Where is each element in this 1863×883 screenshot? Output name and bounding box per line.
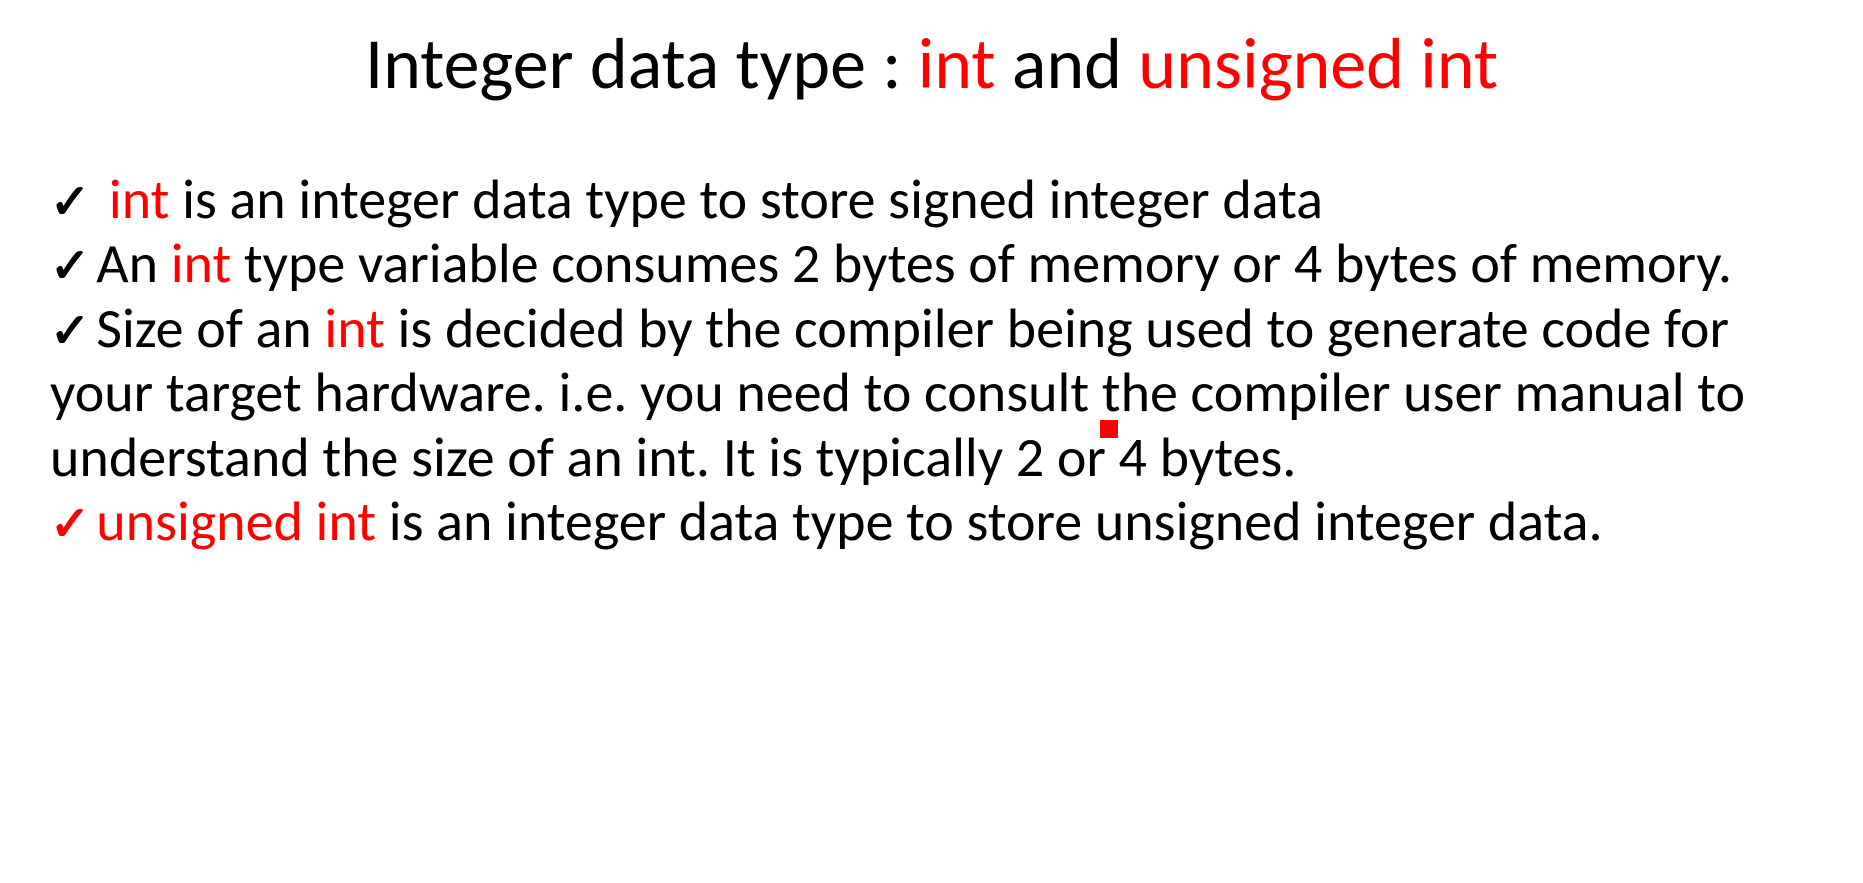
- checkmark-icon: ✓: [50, 497, 90, 552]
- bullet-3-pre: Size of an: [96, 295, 324, 363]
- checkmark-icon: ✓: [50, 239, 90, 294]
- bullet-4-keyword: unsigned int: [96, 488, 376, 556]
- bullet-4-text: is an integer data type to store unsigne…: [376, 488, 1603, 556]
- bullet-2-keyword: int: [171, 230, 232, 298]
- bullet-1-keyword: int: [109, 166, 170, 234]
- bullet-1-text: is an integer data type to store signed …: [169, 166, 1323, 234]
- slide-body: ✓ int is an integer data type to store s…: [0, 108, 1863, 554]
- checkmark-icon: ✓: [50, 175, 90, 230]
- bullet-4: ✓unsigned int is an integer data type to…: [50, 490, 1813, 554]
- title-keyword-unsigned-int: unsigned int: [1138, 20, 1498, 108]
- laser-pointer-icon: [1100, 420, 1118, 438]
- bullet-2: ✓An int type variable consumes 2 bytes o…: [50, 232, 1813, 296]
- bullet-2-pre: An: [96, 230, 170, 298]
- title-text-mid: and: [996, 20, 1139, 108]
- checkmark-icon: ✓: [50, 304, 90, 359]
- bullet-2-text: type variable consumes 2 bytes of memory…: [231, 230, 1732, 298]
- bullet-3-keyword: int: [324, 295, 385, 363]
- slide: Integer data type : int and unsigned int…: [0, 0, 1863, 883]
- title-text-pre: Integer data type :: [365, 20, 918, 108]
- slide-title: Integer data type : int and unsigned int: [0, 0, 1863, 108]
- title-keyword-int: int: [918, 20, 996, 108]
- bullet-1: ✓ int is an integer data type to store s…: [50, 168, 1813, 232]
- bullet-3: ✓Size of an int is decided by the compil…: [50, 297, 1813, 490]
